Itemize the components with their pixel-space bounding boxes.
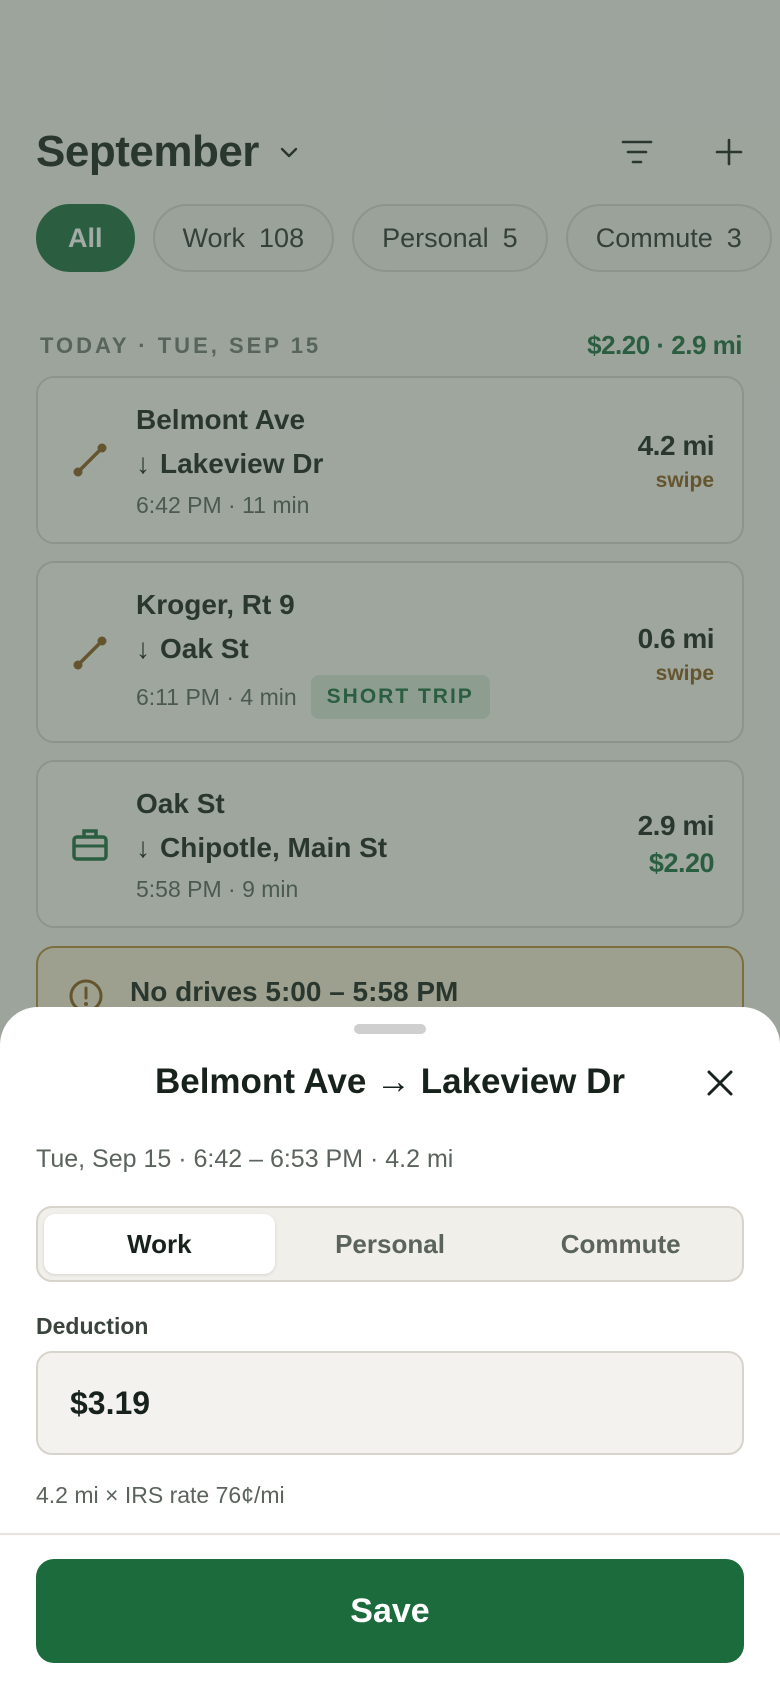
- divider: [0, 1533, 780, 1535]
- segment-commute[interactable]: Commute: [505, 1214, 736, 1274]
- deduction-helper: 4.2 mi × IRS rate 76¢/mi: [36, 1482, 285, 1508]
- close-icon[interactable]: [702, 1065, 738, 1101]
- trip-detail-sheet: Belmont Ave → Lakeview Dr Tue, Sep 15 · …: [0, 1007, 780, 1688]
- deduction-field[interactable]: [36, 1351, 744, 1455]
- segment-personal[interactable]: Personal: [275, 1214, 506, 1274]
- sheet-grabber[interactable]: [354, 1024, 426, 1034]
- deduction-label: Deduction: [36, 1313, 149, 1339]
- save-button[interactable]: Save: [36, 1559, 744, 1663]
- trip-category-segmented: Work Personal Commute: [36, 1206, 744, 1282]
- trip-summary: Tue, Sep 15 · 6:42 – 6:53 PM · 4.2 mi: [36, 1145, 454, 1173]
- segment-work[interactable]: Work: [44, 1214, 275, 1274]
- deduction-input[interactable]: [70, 1384, 670, 1422]
- sheet-title: Belmont Ave → Lakeview Dr: [154, 1062, 626, 1101]
